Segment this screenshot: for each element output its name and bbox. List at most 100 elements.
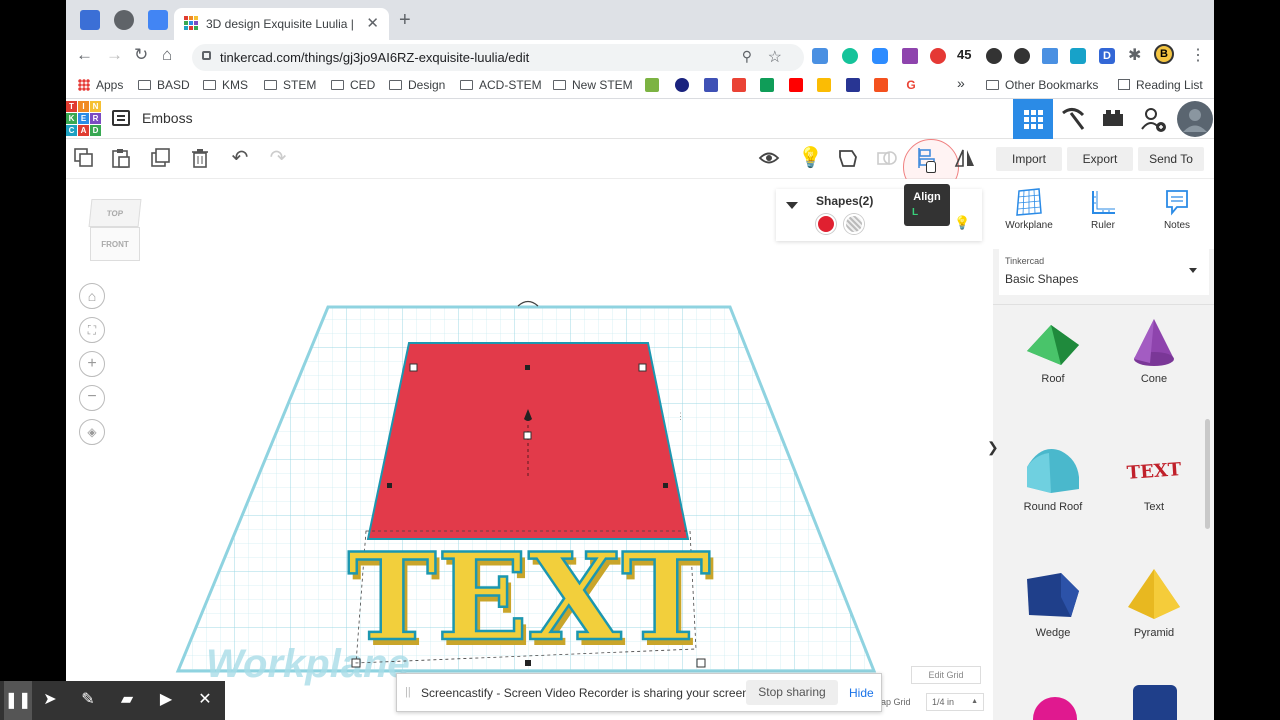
paste-icon[interactable] [110,147,132,169]
address-bar[interactable]: tinkercad.com/things/gj3jo9AI6RZ-exquisi… [192,44,804,71]
bookmark-vivaldi-icon[interactable] [874,78,888,92]
tinkercad-logo[interactable]: T I N K E R C A D [66,101,102,137]
pause-icon[interactable]: ❚❚ [4,681,32,720]
zoom-out-icon[interactable]: − [79,385,105,411]
ruler-button[interactable]: Ruler [1073,187,1133,231]
forward-arrow-icon[interactable]: → [106,45,123,65]
bookmark-grid-icon[interactable] [645,78,659,92]
grammarly-extension-icon[interactable] [842,48,858,64]
close-tab-icon[interactable]: ✕ [366,14,379,32]
edit-grid-button[interactable]: Edit Grid [911,666,981,684]
shape-roof[interactable]: Roof [1003,317,1103,385]
d-extension-icon[interactable]: D [1099,48,1115,64]
import-button[interactable]: Import [996,147,1062,171]
drag-handle-icon[interactable]: || [405,686,411,698]
3d-design-view-button[interactable] [1013,99,1053,139]
active-tab[interactable]: 3D design Exquisite Luulia | Ti ✕ [174,8,389,40]
pinned-tab-globe-icon[interactable] [114,10,134,30]
cursor-tool-icon[interactable]: ➤ [40,690,60,710]
user-avatar[interactable] [1175,99,1214,139]
fit-view-icon[interactable]: ⛶ [79,317,105,343]
group-icon[interactable] [837,147,859,169]
snap-grid-select[interactable]: 1/4 in ▲ [926,693,984,711]
home-view-icon[interactable]: ⌂ [79,283,105,309]
bookmarks-overflow[interactable]: » [957,75,965,91]
workplane-canvas[interactable]: Workplane TEXT TEXT TOP FRONT ⌂ ⛶ + − ◈ … [66,179,993,720]
duplicate-icon[interactable] [150,147,172,169]
rotate-handle-icon[interactable] [517,300,539,307]
reading-list[interactable]: Reading List [1118,78,1203,92]
close-recorder-icon[interactable]: ✕ [195,690,215,710]
red-box-shape[interactable] [366,342,690,540]
shape-text[interactable]: TEXT Text [1104,441,1204,513]
profile-avatar[interactable]: B [1154,44,1174,64]
bookmark-google-icon[interactable]: G [904,78,918,92]
solid-color-swatch[interactable] [816,214,836,234]
shape-library-select[interactable]: Tinkercad Basic Shapes [999,247,1209,295]
hide-notice-button[interactable]: Hide [849,686,874,700]
calculator-extension-icon[interactable] [1042,48,1058,64]
bricks-view-button[interactable] [1093,99,1133,139]
browser-menu-icon[interactable]: ⋮ [1190,45,1206,65]
text-shape[interactable]: TEXT [346,526,712,670]
hole-swatch[interactable] [844,214,864,234]
shape-wedge[interactable]: Wedge [1003,567,1103,639]
shield-extension-icon[interactable] [986,48,1002,64]
pinned-tab-contacts-icon[interactable] [80,10,100,30]
workplane-button[interactable]: Workplane [999,187,1059,231]
view-cube-front[interactable]: FRONT [90,227,140,261]
new-tab-icon[interactable]: + [399,9,411,32]
delete-icon[interactable] [189,147,211,169]
zoom-extension-icon[interactable] [872,48,888,64]
apps-bookmark[interactable]: Apps [78,78,123,92]
bookmark-gmail-icon[interactable] [732,78,746,92]
notes-button[interactable]: Notes [1147,187,1207,231]
lightbulb-icon[interactable]: 💡 [798,147,823,169]
bookmark-youtube-icon[interactable] [789,78,803,92]
view-cube[interactable]: TOP FRONT [88,199,142,263]
copy-icon[interactable] [73,147,95,169]
bookmark-calendar-icon[interactable] [846,78,860,92]
undo-icon[interactable]: ↶ [229,147,251,169]
design-title[interactable]: Emboss [142,110,193,126]
pen-extension-icon[interactable] [902,48,918,64]
shield-extension-2-icon[interactable] [1014,48,1030,64]
collapse-panel-chevron-icon[interactable]: ❯ [987,439,999,456]
reload-icon[interactable]: ↻ [134,45,148,65]
bookmark-folder[interactable]: KMS [203,78,248,92]
panel-scrollbar[interactable] [1205,419,1210,529]
puzzle-extensions-icon[interactable]: ✱ [1128,45,1141,65]
design-menu-icon[interactable] [112,110,130,126]
pen-tool-icon[interactable]: ✎ [78,690,98,710]
bookmark-signal-icon[interactable] [704,78,718,92]
perspective-icon[interactable]: ◈ [79,419,105,445]
bookmark-drive-icon[interactable] [817,78,831,92]
shape-polygon-partial[interactable] [1133,685,1177,720]
eraser-tool-icon[interactable]: ▰ [117,690,137,710]
shape-cone[interactable]: Cone [1104,317,1204,385]
shape-sphere-partial[interactable] [1033,697,1077,720]
other-bookmarks[interactable]: Other Bookmarks [986,78,1098,92]
shape-pyramid[interactable]: Pyramid [1104,567,1204,639]
record-extension-icon[interactable] [930,48,946,64]
camera-toggle-icon[interactable]: ▶ [156,690,176,710]
export-button[interactable]: Export [1067,147,1133,171]
bookmark-folder[interactable]: STEM [264,78,316,92]
bookmark-star-icon[interactable]: ☆ [768,47,782,67]
bookmark-folder[interactable]: ACD-STEM [460,78,542,92]
blocks-view-button[interactable] [1053,99,1093,139]
screencastify-extension-icon[interactable] [1070,48,1086,64]
view-cube-top[interactable]: TOP [88,199,142,227]
collapse-caret-icon[interactable] [786,202,798,209]
mirror-icon[interactable] [954,147,976,169]
back-arrow-icon[interactable]: ← [76,45,93,65]
pinned-tab-docs-icon[interactable] [148,10,168,30]
shape-round-roof[interactable]: Round Roof [1003,441,1103,513]
show-all-icon[interactable] [758,147,780,169]
inspector-lightbulb-icon[interactable]: 💡 [954,215,970,231]
link-extension-icon[interactable] [812,48,828,64]
bookmark-folder[interactable]: BASD [138,78,190,92]
bookmark-q-icon[interactable] [675,78,689,92]
send-to-button[interactable]: Send To [1138,147,1204,171]
bookmark-folder[interactable]: CED [331,78,375,92]
